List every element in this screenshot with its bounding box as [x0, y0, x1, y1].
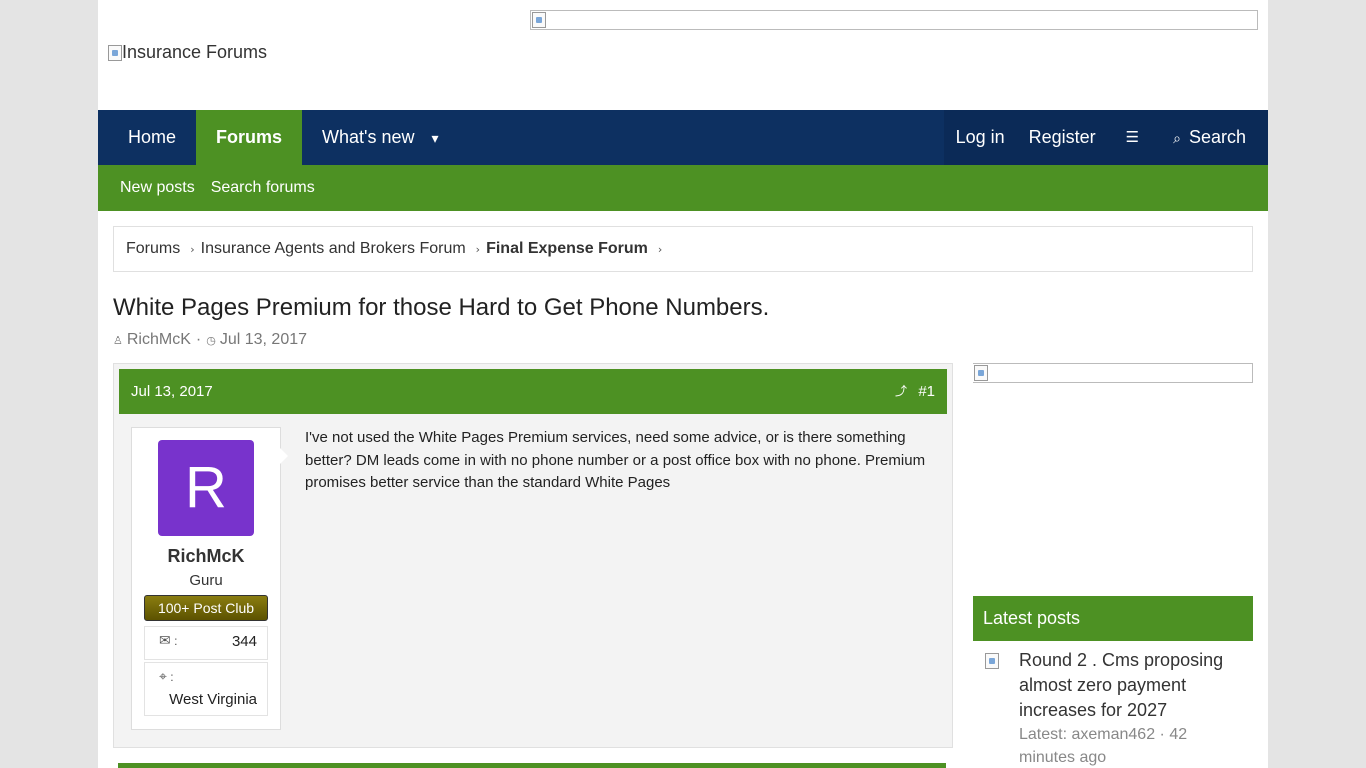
avatar[interactable]: R	[158, 440, 254, 536]
nav-whats-new-label: What's new	[322, 127, 415, 147]
chevron-right-icon: ›	[657, 242, 663, 256]
page: Insurance Forums Home Forums What's new …	[98, 0, 1268, 768]
messages-label: ✉ :	[159, 633, 177, 649]
messages-icon: ✉	[159, 633, 171, 649]
broken-image-icon	[974, 365, 988, 381]
page-title: White Pages Premium for those Hard to Ge…	[113, 294, 770, 321]
search-icon: ⌕	[1173, 131, 1181, 147]
nav-forums[interactable]: Forums	[196, 110, 303, 165]
search-button-label: Search	[1188, 127, 1246, 147]
breadcrumb: Forums › Insurance Agents and Brokers Fo…	[113, 226, 1253, 272]
post-user-cell: R RichMcK Guru 100+ Post Club ✉ : 344 ⌖ …	[131, 427, 288, 730]
chevron-down-icon[interactable]: ▾	[432, 131, 439, 147]
site-logo-alt-text: Insurance Forums	[122, 42, 268, 62]
login-link[interactable]: Log in	[943, 110, 1017, 165]
messages-count: 344	[231, 633, 257, 650]
latest-post-meta: Latest: axeman462 · 42 minutes ago	[1019, 726, 1188, 766]
site-logo[interactable]: Insurance Forums	[108, 42, 267, 63]
location-pin-icon: ⌖	[159, 669, 167, 685]
post-username[interactable]: RichMcK	[132, 546, 280, 567]
search-button[interactable]: ⌕ Search	[1157, 110, 1268, 165]
user-messages-stat: ✉ : 344	[144, 626, 268, 660]
broken-image-icon	[532, 12, 546, 28]
user-title: Guru	[189, 572, 223, 589]
user-location-stat: ⌖ : West Virginia	[144, 662, 268, 716]
location-label-text: :	[170, 670, 174, 684]
breadcrumb-insurance-agents[interactable]: Insurance Agents and Brokers Forum	[201, 240, 466, 258]
post-header: Jul 13, 2017 ⤴ #1	[119, 369, 947, 414]
register-link[interactable]: Register	[1016, 110, 1108, 165]
chevron-right-icon: ›	[475, 242, 481, 256]
subnav-search-forums[interactable]: Search forums	[211, 179, 315, 197]
nav-whats-new[interactable]: What's new ▾	[302, 110, 459, 165]
meta-separator: ·	[195, 331, 202, 348]
post-message: Jul 13, 2017 ⤴ #1 R RichMcK Guru 100+ Po…	[113, 363, 953, 748]
sub-nav: New posts Search forums	[98, 165, 1268, 211]
thread-date[interactable]: Jul 13, 2017	[220, 331, 307, 349]
header-ad-banner[interactable]	[530, 10, 1258, 30]
share-icon[interactable]: ⤴	[895, 369, 907, 414]
nav-right-group: Log in Register ☰ ⌕ Search	[943, 110, 1268, 165]
user-icon: ♙	[113, 333, 123, 347]
user-badge: 100+ Post Club	[144, 595, 268, 621]
latest-posts-heading[interactable]: Latest posts	[973, 596, 1253, 641]
breadcrumb-final-expense[interactable]: Final Expense Forum	[486, 240, 648, 258]
latest-post-title[interactable]: Round 2 . Cms proposing almost zero paym…	[1019, 648, 1239, 723]
chevron-right-icon: ›	[190, 242, 195, 256]
thread-meta: ♙ RichMcK · ◷ Jul 13, 2017	[113, 331, 307, 349]
post-date[interactable]: Jul 13, 2017	[131, 369, 213, 414]
post-body: I've not used the White Pages Premium se…	[305, 429, 926, 491]
broken-image-icon	[108, 44, 122, 61]
breadcrumb-forums[interactable]: Forums	[126, 240, 180, 258]
clock-icon: ◷	[206, 333, 216, 347]
next-post-header	[118, 763, 946, 768]
post-number[interactable]: #1	[918, 369, 935, 414]
broken-image-icon[interactable]	[985, 653, 999, 669]
messages-label-text: :	[174, 634, 178, 648]
location-value[interactable]: West Virginia	[169, 691, 257, 708]
nav-menu-toggle-icon[interactable]: ☰	[1107, 110, 1158, 165]
location-label: ⌖ :	[159, 669, 174, 685]
nav-home[interactable]: Home	[108, 110, 196, 165]
subnav-new-posts[interactable]: New posts	[120, 179, 195, 197]
sidebar-ad[interactable]	[973, 363, 1253, 383]
thread-author[interactable]: RichMcK	[127, 331, 191, 349]
main-nav: Home Forums What's new ▾ Log in Register…	[98, 110, 1268, 165]
